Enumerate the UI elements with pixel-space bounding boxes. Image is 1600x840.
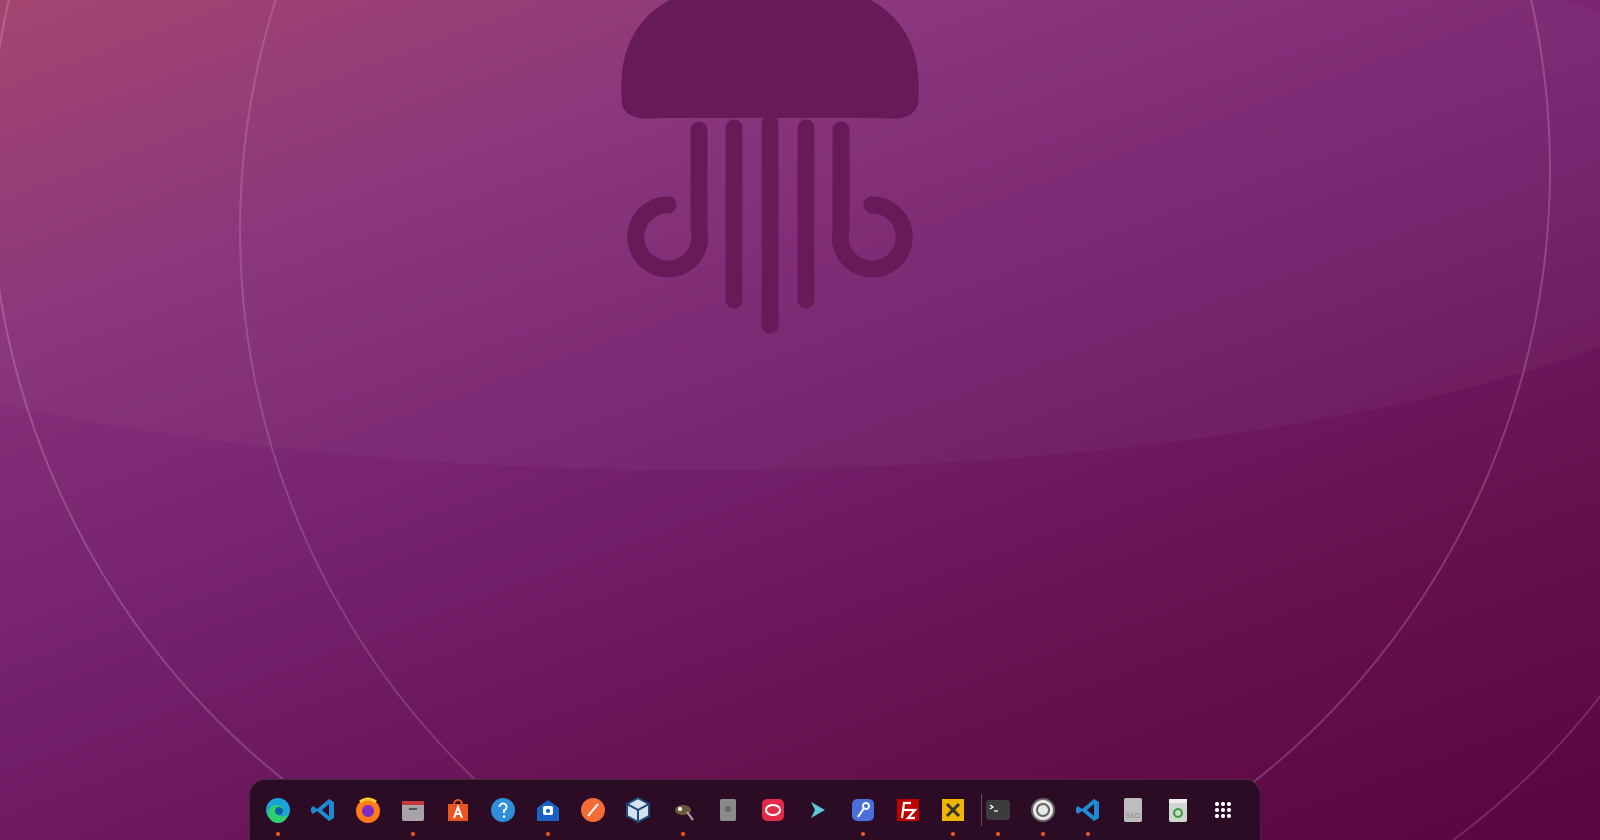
dock-item-virtualbox[interactable] bbox=[618, 790, 658, 830]
running-indicator bbox=[681, 832, 685, 836]
dock-item-files[interactable] bbox=[393, 790, 433, 836]
mailspring-icon bbox=[537, 800, 559, 821]
dock-item-firefox[interactable] bbox=[348, 790, 388, 830]
rocketchat-icon bbox=[762, 799, 784, 821]
dock-item-gimp[interactable] bbox=[663, 790, 703, 836]
dock-item-show-apps[interactable] bbox=[1203, 790, 1243, 830]
virtualbox-icon bbox=[626, 796, 650, 824]
dock-item-disk-utility[interactable] bbox=[708, 790, 748, 830]
dock-item-postman[interactable] bbox=[573, 790, 613, 830]
trash-icon bbox=[1169, 799, 1187, 822]
dock-item-remmina[interactable] bbox=[798, 790, 838, 830]
running-indicator bbox=[546, 832, 550, 836]
running-indicator bbox=[951, 832, 955, 836]
disk-utility-icon bbox=[720, 799, 736, 821]
ssd-drive-icon: SSD bbox=[1124, 798, 1142, 822]
vmware-icon bbox=[942, 799, 964, 821]
show-apps-icon bbox=[1215, 802, 1231, 818]
dock-item-vmware[interactable] bbox=[933, 790, 973, 836]
wallpaper-art bbox=[0, 0, 1600, 840]
vscode-icon bbox=[311, 799, 334, 821]
dock-item-trash[interactable] bbox=[1158, 790, 1198, 830]
dock-item-edge[interactable] bbox=[258, 790, 298, 836]
edge-icon bbox=[266, 798, 290, 824]
running-indicator bbox=[996, 832, 1000, 836]
dock-item-help[interactable] bbox=[483, 790, 523, 830]
desktop-wallpaper bbox=[0, 0, 1600, 840]
dock-item-app-center[interactable] bbox=[438, 790, 478, 830]
postman-icon bbox=[581, 798, 605, 822]
terminal-icon bbox=[986, 800, 1010, 820]
dock-item-dev-tool[interactable] bbox=[843, 790, 883, 836]
running-indicator bbox=[861, 832, 865, 836]
settings-icon bbox=[1031, 798, 1055, 822]
dock-item-vscode[interactable] bbox=[1068, 790, 1108, 836]
app-center-icon bbox=[448, 799, 468, 821]
dock-item-filezilla[interactable] bbox=[888, 790, 928, 830]
firefox-icon bbox=[356, 797, 380, 823]
help-icon bbox=[491, 798, 515, 822]
running-indicator bbox=[1041, 832, 1045, 836]
dock-item-mailspring[interactable] bbox=[528, 790, 568, 836]
running-indicator bbox=[411, 832, 415, 836]
dock-item-ssd-drive[interactable]: SSD bbox=[1113, 790, 1153, 830]
ssd-label: SSD bbox=[1126, 812, 1140, 820]
running-indicator bbox=[1086, 832, 1090, 836]
filezilla-icon bbox=[897, 799, 919, 821]
vscode-icon bbox=[1076, 799, 1099, 821]
remmina-icon bbox=[811, 802, 825, 818]
dock-item-rocketchat[interactable] bbox=[753, 790, 793, 830]
dock: SSD bbox=[249, 779, 1261, 840]
dev-tool-icon bbox=[852, 799, 874, 821]
dock-item-vscode[interactable] bbox=[303, 790, 343, 830]
gimp-icon bbox=[675, 805, 694, 821]
dock-item-terminal[interactable] bbox=[978, 790, 1018, 836]
running-indicator bbox=[276, 832, 280, 836]
dock-item-settings[interactable] bbox=[1023, 790, 1063, 836]
files-icon bbox=[402, 801, 424, 821]
dock-separator bbox=[981, 794, 982, 826]
